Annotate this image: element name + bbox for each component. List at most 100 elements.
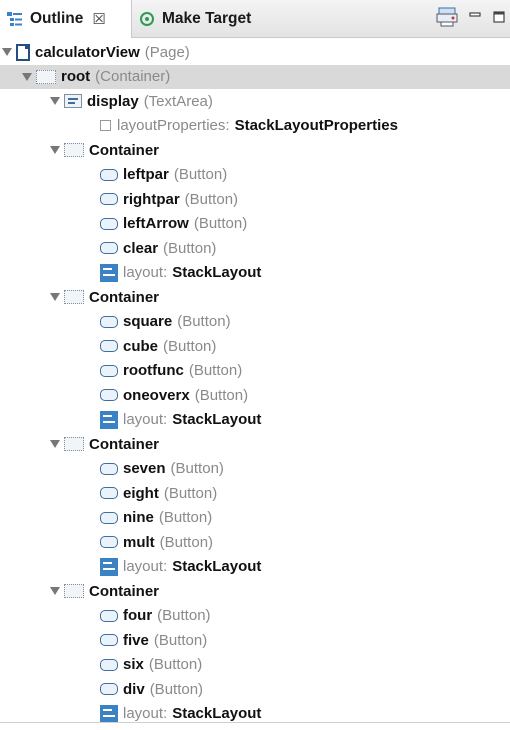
button-icon	[100, 511, 118, 524]
tree-item-button-cube[interactable]: cube (Button)	[100, 334, 216, 358]
tree-item-name: display	[87, 92, 139, 110]
tree-item-type: (Button)	[148, 656, 203, 673]
tree-item-container-1[interactable]: Container	[50, 138, 159, 162]
target-icon	[140, 12, 154, 26]
tree-item-calculatorview[interactable]: calculatorView (Page)	[2, 40, 190, 64]
tree-item-name: Container	[89, 435, 160, 453]
tree-item-name: seven	[123, 460, 166, 477]
tree-item-name: oneoverx	[123, 386, 190, 404]
tree-item-type: (Container)	[95, 68, 171, 85]
tree-item-type: (Button)	[170, 460, 224, 477]
bottom-divider	[0, 722, 510, 723]
layout-icon	[100, 263, 118, 282]
expand-toggle-icon[interactable]	[50, 146, 60, 154]
tree-item-name: root	[61, 68, 91, 85]
tree-item-button-rightpar[interactable]: rightpar (Button)	[100, 187, 238, 211]
outline-icon	[6, 10, 24, 28]
button-icon	[100, 609, 118, 622]
tree-item-layout-1[interactable]: layout: StackLayout	[100, 261, 261, 285]
expand-toggle-icon[interactable]	[50, 587, 60, 595]
layout-icon	[100, 704, 118, 723]
property-value: StackLayout	[172, 705, 262, 722]
minimize-icon[interactable]	[468, 10, 482, 28]
property-value: StackLayout	[172, 264, 262, 281]
button-icon	[100, 683, 118, 695]
tree-item-root[interactable]: root (Container)	[22, 65, 170, 89]
tree-item-button-leftArrow[interactable]: leftArrow (Button)	[100, 212, 247, 236]
tree-item-container-3[interactable]: Container	[50, 432, 159, 456]
property-label: layout:	[123, 705, 168, 722]
button-icon	[100, 634, 118, 646]
tree-item-type: (Button)	[149, 680, 204, 698]
button-icon	[100, 658, 118, 671]
tree-item-button-square[interactable]: square (Button)	[100, 310, 231, 334]
tree-item-type: (Button)	[163, 337, 217, 355]
tab-make-target-label: Make Target	[162, 10, 252, 27]
tree-item-layout-properties[interactable]: layoutProperties: StackLayoutProperties	[100, 114, 398, 138]
expand-toggle-icon[interactable]	[50, 293, 60, 301]
tree-item-name: four	[123, 607, 153, 624]
container-icon	[64, 143, 84, 157]
tree-item-button-four[interactable]: four (Button)	[100, 604, 211, 628]
property-label: layout:	[123, 411, 168, 428]
tree-item-button-leftpar[interactable]: leftpar (Button)	[100, 163, 227, 187]
tree-item-name: rootfunc	[123, 362, 184, 379]
tree-item-layout-3[interactable]: layout: StackLayout	[100, 555, 261, 579]
tree-item-button-eight[interactable]: eight (Button)	[100, 481, 217, 505]
tree-item-button-mult[interactable]: mult (Button)	[100, 530, 213, 554]
tree-item-name: leftpar	[123, 166, 169, 183]
tree-item-button-seven[interactable]: seven (Button)	[100, 457, 224, 481]
tree-item-button-div[interactable]: div (Button)	[100, 677, 203, 701]
sync-icon[interactable]	[436, 7, 458, 31]
tab-outline-label: Outline	[30, 10, 84, 27]
page-icon	[16, 43, 30, 61]
tree-item-button-oneoverx[interactable]: oneoverx (Button)	[100, 383, 248, 407]
tree-item-display[interactable]: display (TextArea)	[50, 89, 213, 113]
tree-item-type: (Button)	[194, 386, 249, 404]
container-icon	[64, 584, 84, 598]
tree-item-name: Container	[89, 141, 160, 159]
button-icon	[100, 462, 118, 475]
tab-outline[interactable]: Outline ☒	[0, 0, 132, 38]
tree-item-button-six[interactable]: six (Button)	[100, 653, 202, 677]
button-icon	[100, 168, 118, 181]
button-icon	[100, 315, 118, 328]
expand-toggle-icon[interactable]	[50, 97, 60, 105]
close-icon[interactable]: ☒	[92, 10, 105, 28]
expand-toggle-icon[interactable]	[22, 72, 32, 81]
tree-item-name: leftArrow	[123, 215, 189, 232]
tree-item-type: (Button)	[163, 484, 218, 502]
tree-item-button-five[interactable]: five (Button)	[100, 628, 207, 652]
tab-make-target[interactable]: Make Target	[140, 0, 251, 38]
tree-item-button-clear[interactable]: clear (Button)	[100, 236, 216, 260]
tree-item-name: div	[123, 680, 145, 698]
tree-item-type: (Button)	[153, 631, 208, 649]
layout-icon	[100, 557, 118, 576]
view-tab-bar: Outline ☒ Make Target	[0, 0, 510, 38]
tree-item-type: (Button)	[158, 509, 213, 526]
button-icon	[100, 536, 118, 548]
tree-item-type: (Button)	[193, 215, 248, 232]
tree-item-name: clear	[123, 239, 159, 257]
tree-item-type: (Page)	[144, 43, 190, 61]
tree-item-name: nine	[123, 509, 154, 526]
expand-toggle-icon[interactable]	[50, 440, 60, 448]
tree-item-name: mult	[123, 533, 155, 551]
tree-item-container-2[interactable]: Container	[50, 285, 159, 309]
tree-item-type: (Button)	[157, 607, 211, 624]
button-icon	[100, 193, 118, 205]
property-icon	[100, 120, 111, 131]
expand-toggle-icon[interactable]	[2, 48, 12, 56]
tree-item-layout-2[interactable]: layout: StackLayout	[100, 408, 261, 432]
container-icon	[36, 69, 56, 84]
property-value: StackLayoutProperties	[234, 117, 398, 134]
tree-item-name: Container	[89, 582, 160, 600]
tree-item-type: (Button)	[159, 533, 214, 551]
tree-item-name: six	[123, 656, 144, 673]
tree-item-button-nine[interactable]: nine (Button)	[100, 506, 212, 530]
maximize-icon[interactable]	[492, 10, 506, 28]
tree-item-button-rootfunc[interactable]: rootfunc (Button)	[100, 359, 242, 383]
button-icon	[100, 340, 118, 352]
tree-item-name: rightpar	[123, 190, 180, 208]
tree-item-container-4[interactable]: Container	[50, 579, 159, 603]
